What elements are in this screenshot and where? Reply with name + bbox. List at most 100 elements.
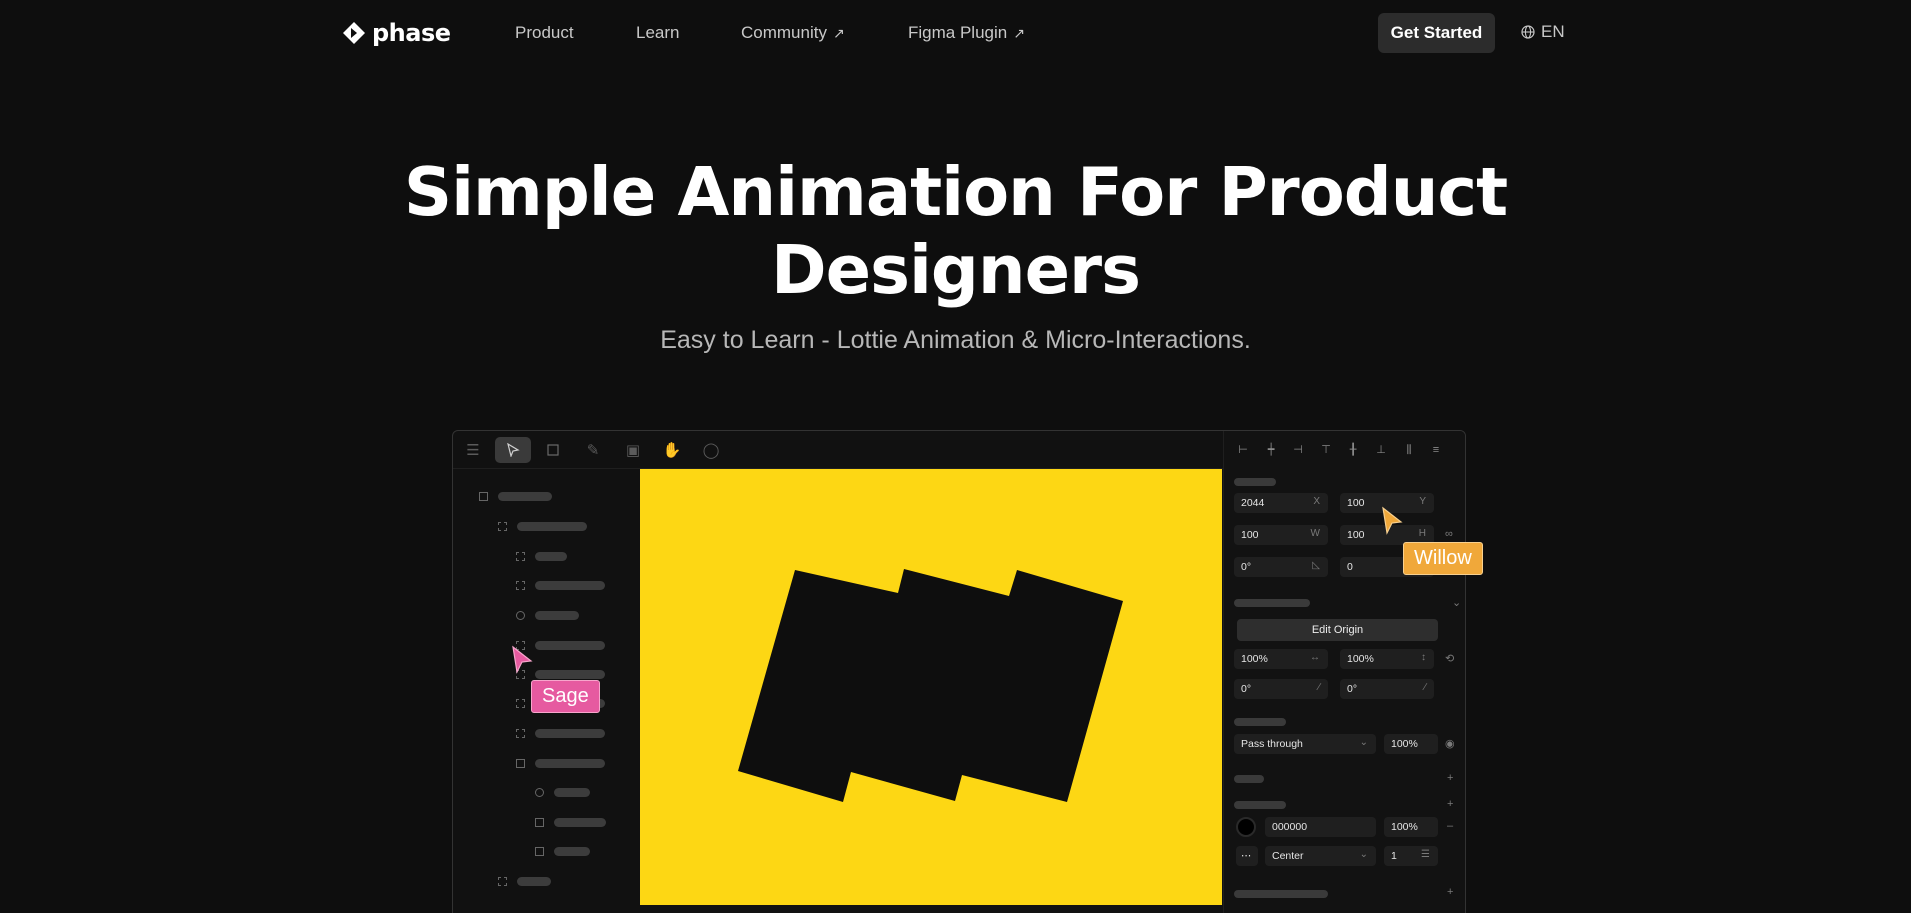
align-center-h-icon[interactable]: ┿ <box>1264 443 1278 457</box>
logo-text: phase <box>372 19 451 47</box>
layer-item[interactable] <box>498 876 551 886</box>
skew-y-icon: ∕ <box>1424 682 1426 693</box>
collaborator-tag-willow: Willow <box>1403 542 1483 575</box>
canvas[interactable] <box>640 469 1222 905</box>
skew-x-icon: ∕ <box>1318 682 1320 693</box>
menu-icon[interactable]: ☰ <box>455 437 491 463</box>
ellipse-icon <box>535 787 544 797</box>
rectangle-tool-icon[interactable] <box>535 437 571 463</box>
link-scale-icon[interactable]: ⟲ <box>1445 652 1454 665</box>
h-value: 100 <box>1347 529 1365 541</box>
mask-icon <box>516 610 525 620</box>
fill-opacity-field[interactable]: 100% <box>1384 817 1438 837</box>
logo[interactable]: phase <box>342 19 451 47</box>
stroke-width-value: 1 <box>1391 850 1397 862</box>
hero-title-line-2: Designers <box>771 231 1141 309</box>
layer-item[interactable] <box>535 787 590 797</box>
blend-mode-select[interactable]: Pass through ⌄ <box>1234 734 1376 754</box>
get-started-button[interactable]: Get Started <box>1378 13 1495 53</box>
globe-icon <box>1521 25 1535 39</box>
edit-origin-button[interactable]: Edit Origin <box>1237 619 1438 641</box>
alignment-toolbar: ⊢ ┿ ⊣ ⊤ ╂ ⊥ ⫼ ≡ <box>1224 431 1465 469</box>
align-bottom-icon[interactable]: ⊥ <box>1374 443 1388 457</box>
layer-item[interactable] <box>516 551 567 561</box>
nav-link-learn[interactable]: Learn <box>636 22 679 44</box>
image-tool-icon[interactable]: ▣ <box>615 437 651 463</box>
x-value: 2044 <box>1241 497 1265 509</box>
nav-link-product[interactable]: Product <box>515 22 574 44</box>
more-options-icon[interactable]: ⋯ <box>1236 846 1258 866</box>
group-icon <box>516 580 525 590</box>
layer-item[interactable] <box>516 758 605 768</box>
nav-link-community[interactable]: Community ↗ <box>741 22 845 44</box>
group-icon <box>498 521 507 531</box>
layer-item[interactable] <box>535 846 590 856</box>
layer-item[interactable] <box>516 728 605 738</box>
fill-hex-value: 000000 <box>1272 821 1308 833</box>
layer-item[interactable] <box>516 610 579 620</box>
radius-value: 0 <box>1347 561 1353 573</box>
layer-item[interactable] <box>498 521 587 531</box>
pen-tool-icon[interactable]: ✎ <box>575 437 611 463</box>
skew-x-field[interactable]: 0° ∕ <box>1234 679 1328 699</box>
stroke-width-field[interactable]: 1 ☰ <box>1384 846 1438 866</box>
add-icon[interactable]: + <box>1447 798 1453 810</box>
path-icon <box>535 817 544 827</box>
lock-ratio-icon[interactable]: ∞ <box>1445 528 1453 540</box>
distribute-h-icon[interactable]: ⫼ <box>1402 443 1416 457</box>
nav-link-figma-plugin[interactable]: Figma Plugin ↗ <box>908 22 1025 44</box>
hero-title-line-1: Simple Animation For Product <box>403 153 1508 231</box>
remove-icon[interactable]: – <box>1447 820 1453 832</box>
comment-tool-icon[interactable]: ◯ <box>693 437 729 463</box>
width-field[interactable]: 100 W <box>1234 525 1328 545</box>
add-icon[interactable]: + <box>1447 772 1453 784</box>
skew-x-value: 0° <box>1241 683 1252 695</box>
external-link-icon: ↗ <box>832 25 845 41</box>
stroke-align-value: Center <box>1272 850 1304 862</box>
rotation-field[interactable]: 0° ◺ <box>1234 557 1328 577</box>
rotation-value: 0° <box>1241 561 1252 573</box>
stroke-align-select[interactable]: Center ⌄ <box>1265 846 1376 866</box>
align-right-icon[interactable]: ⊣ <box>1291 443 1305 457</box>
eye-icon[interactable]: ◉ <box>1445 737 1455 750</box>
hero-title: Simple Animation For Product Designers <box>0 153 1911 309</box>
align-top-icon[interactable]: ⊤ <box>1319 443 1333 457</box>
language-selector[interactable]: EN <box>1521 22 1565 42</box>
editor-preview: ☰ ✎ ▣ ✋ ◯ ⊢ ┿ ⊣ ⊤ ╂ ⊥ ⫼ ≡ 2044 X 100 Y 1… <box>452 430 1466 913</box>
properties-panel: ⊢ ┿ ⊣ ⊤ ╂ ⊥ ⫼ ≡ 2044 X 100 Y 100 W 100 H ∞ 0… <box>1223 431 1465 913</box>
language-label: EN <box>1541 22 1565 41</box>
scale-y-field[interactable]: 100% ↕ <box>1340 649 1434 669</box>
select-tool-icon[interactable] <box>495 437 531 463</box>
distribute-v-icon[interactable]: ≡ <box>1429 443 1443 457</box>
hero-subtitle: Easy to Learn - Lottie Animation & Micro… <box>660 326 1251 354</box>
nav-link-label: Learn <box>636 23 680 42</box>
opacity-field[interactable]: 100% <box>1384 734 1438 754</box>
layer-item[interactable] <box>516 580 605 590</box>
scale-x-field[interactable]: 100% ↔ <box>1234 649 1328 669</box>
fill-hex-field[interactable]: 000000 <box>1265 817 1376 837</box>
hand-tool-icon[interactable]: ✋ <box>654 437 690 463</box>
align-center-v-icon[interactable]: ╂ <box>1346 443 1360 457</box>
y-unit: Y <box>1419 496 1426 507</box>
animated-shape[interactable] <box>640 469 1222 905</box>
x-field[interactable]: 2044 X <box>1234 493 1328 513</box>
fill-color-swatch[interactable] <box>1236 817 1256 837</box>
nav-link-label: Figma Plugin <box>908 23 1008 42</box>
blend-mode-value: Pass through <box>1241 738 1303 750</box>
h-unit: H <box>1418 528 1426 539</box>
boolean-icon <box>516 758 525 768</box>
align-left-icon[interactable]: ⊢ <box>1236 443 1250 457</box>
layer-item[interactable] <box>535 817 606 827</box>
horizontal-arrows-icon: ↔ <box>1310 652 1320 663</box>
skew-y-value: 0° <box>1347 683 1358 695</box>
add-icon[interactable]: + <box>1447 886 1453 898</box>
layer-item[interactable] <box>479 491 552 501</box>
scale-y-value: 100% <box>1347 653 1374 665</box>
chevron-down-icon[interactable]: ⌄ <box>1452 596 1461 609</box>
w-value: 100 <box>1241 529 1259 541</box>
collaborator-tag-sage: Sage <box>531 680 600 713</box>
editor-toolbar: ☰ ✎ ▣ ✋ ◯ <box>453 431 1223 469</box>
opacity-value: 100% <box>1391 738 1418 750</box>
lines-icon: ☰ <box>1421 849 1430 860</box>
skew-y-field[interactable]: 0° ∕ <box>1340 679 1434 699</box>
